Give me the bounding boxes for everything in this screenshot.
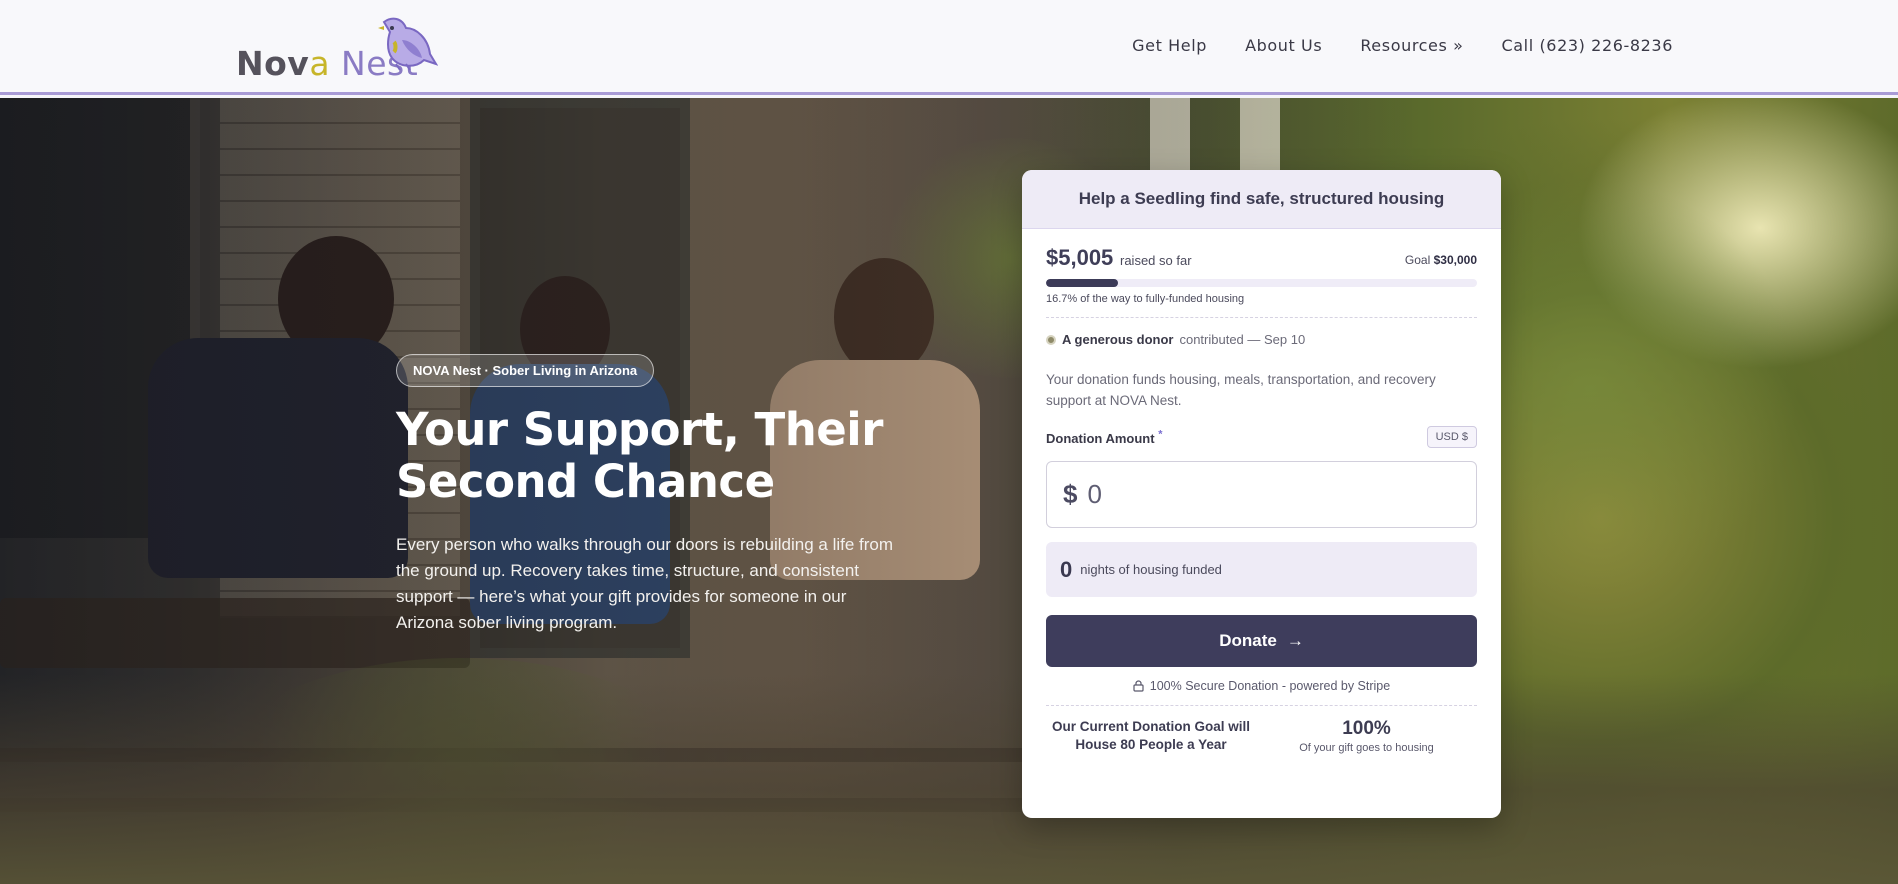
- hero-description: Every person who walks through our doors…: [396, 535, 894, 632]
- amount-label-text: Donation Amount: [1046, 431, 1155, 447]
- secure-note: 100% Secure Donation - powered by Stripe: [1046, 679, 1477, 693]
- raised-amount: $5,005: [1046, 245, 1114, 270]
- goal-amount: $30,000: [1433, 253, 1477, 267]
- progress-bar-fill: [1046, 279, 1118, 287]
- secure-label: 100% Secure Donation - powered by Stripe: [1149, 679, 1391, 693]
- donor-name: A generous donor: [1062, 332, 1174, 347]
- nights-label: nights of housing funded: [1080, 562, 1222, 577]
- logo[interactable]: Nova Nest: [236, 14, 446, 84]
- goal-label: Goal: [1404, 253, 1431, 267]
- main-nav: Get Help About Us Resources » Call (623)…: [1132, 36, 1673, 55]
- amount-label: Donation Amount *: [1046, 429, 1163, 447]
- progress-bar: [1046, 279, 1477, 287]
- amount-field[interactable]: $: [1046, 461, 1477, 528]
- impact-stats: Our Current Donation Goal will House 80 …: [1046, 718, 1477, 754]
- goal-display: Goal $30,000: [1405, 253, 1477, 267]
- percent-to-housing: 100% Of your gift goes to housing: [1256, 718, 1477, 754]
- donation-card: Help a Seedling find safe, structured ho…: [1022, 170, 1501, 818]
- divider: [1046, 705, 1477, 706]
- currency-symbol: $: [1063, 479, 1078, 509]
- raised-progress: $5,005 raised so far Goal $30,000: [1046, 245, 1477, 291]
- hero-title: Your Support, Their Second Chance: [396, 403, 883, 508]
- hero-badge: NOVA Nest · Sober Living in Arizona: [396, 354, 655, 387]
- currency-selector[interactable]: USD $: [1426, 426, 1477, 448]
- donor-activity: contributed — Sep 10: [1179, 332, 1306, 347]
- nights-value: 0: [1060, 556, 1073, 582]
- nav-resources[interactable]: Resources »: [1360, 36, 1463, 55]
- arrow-right-icon: →: [1286, 631, 1304, 650]
- donation-card-heading: Help a Seedling find safe, structured ho…: [1022, 170, 1501, 229]
- logo-nova-text: Nov: [236, 44, 310, 83]
- donate-label: Donate: [1219, 631, 1277, 650]
- fund-note: Your donation funds housing, meals, tran…: [1046, 372, 1436, 408]
- divider: [1046, 317, 1477, 318]
- raised-label: raised so far: [1120, 253, 1192, 268]
- amount-label-row: Donation Amount * USD $: [1046, 426, 1477, 451]
- hero-bottom-gradient: [0, 674, 1898, 884]
- nav-about-us[interactable]: About Us: [1245, 36, 1322, 55]
- nights-funded: 0 nights of housing funded: [1046, 542, 1477, 597]
- donate-button[interactable]: Donate →: [1046, 615, 1477, 667]
- logo-a-text: a: [309, 44, 331, 83]
- percent-label: Of your gift goes to housing: [1299, 742, 1434, 754]
- bird-logo-icon: [378, 17, 438, 71]
- percent-value: 100%: [1342, 718, 1391, 739]
- nav-get-help[interactable]: Get Help: [1132, 36, 1207, 55]
- hero-section: [0, 98, 1898, 884]
- goal-statement: Our Current Donation Goal will House 80 …: [1051, 719, 1250, 752]
- lock-icon: [1133, 680, 1144, 692]
- progress-note: 16.7% of the way to fully-funded housing: [1046, 293, 1245, 305]
- required-mark: *: [1158, 429, 1163, 441]
- site-header: Nova Nest Get Help About Us Resources » …: [0, 0, 1898, 95]
- donor-dot-icon: [1046, 334, 1056, 345]
- nav-call-phone[interactable]: Call (623) 226-8236: [1502, 36, 1674, 55]
- recent-donor: A generous donor contributed — Sep 10: [1046, 332, 1477, 347]
- donation-amount-input[interactable]: [1087, 479, 1448, 510]
